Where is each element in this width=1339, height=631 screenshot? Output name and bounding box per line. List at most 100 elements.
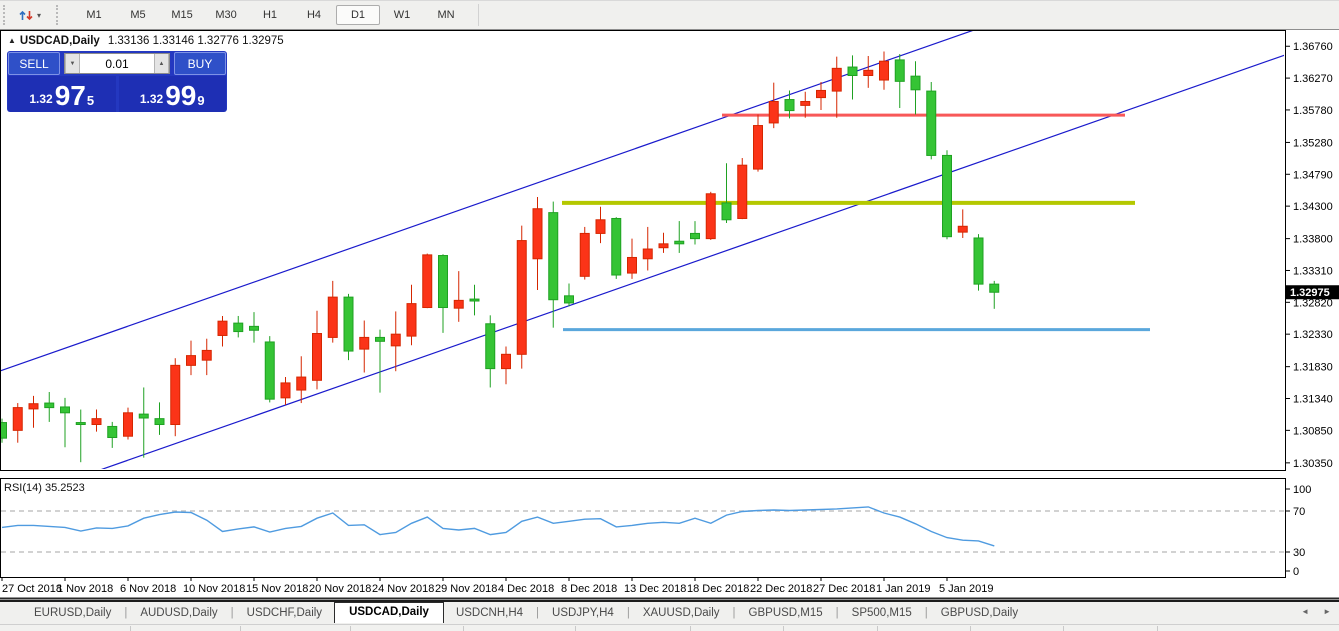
chart-tab-gbpusd[interactable]: GBPUSD,Daily <box>929 604 1030 622</box>
timeframe-button-group: M1M5M15M30H1H4D1W1MN <box>72 3 468 27</box>
candle-body <box>675 241 684 244</box>
price-axis-label: 1.34300 <box>1293 201 1333 213</box>
candle-body <box>139 414 148 418</box>
timeframe-button-m1[interactable]: M1 <box>72 5 116 25</box>
date-axis-label: 8 Dec 2018 <box>561 583 617 595</box>
candle-body <box>202 350 211 360</box>
volume-value[interactable]: 0.01 <box>80 57 154 71</box>
toolbar-grip[interactable] <box>56 5 62 25</box>
buy-price-display[interactable]: 1.32999 <box>119 76 227 112</box>
rsi-pane <box>1 479 1286 578</box>
chart-symbol-label: USDCAD,Daily <box>20 35 100 47</box>
buy-price-prefix: 1.32 <box>140 92 163 106</box>
candle-body <box>171 365 180 424</box>
chart-tab-usdcnh[interactable]: USDCNH,H4 <box>444 604 535 622</box>
price-axis-label: 1.34790 <box>1293 169 1333 181</box>
timeframe-button-mn[interactable]: MN <box>424 5 468 25</box>
candle-body <box>864 70 873 75</box>
candle-body <box>801 101 810 105</box>
price-axis-label: 1.31340 <box>1293 394 1333 406</box>
candle-body <box>13 408 22 431</box>
candle-body <box>895 60 904 81</box>
rsi-axis-label: 0 <box>1293 566 1299 578</box>
chart-area[interactable]: 1.367601.362701.357801.352801.347901.343… <box>0 30 1339 600</box>
candle-body <box>470 299 479 301</box>
chart-tab-usdcad[interactable]: USDCAD,Daily <box>334 602 444 623</box>
candle-body <box>313 334 322 381</box>
volume-decrease-icon[interactable]: ▼ <box>65 54 80 73</box>
status-bar-separator <box>130 626 131 631</box>
chart-tab-usdjpy[interactable]: USDJPY,H4 <box>540 604 626 622</box>
candle-body <box>785 100 794 111</box>
volume-stepper: ▼ 0.01 ▲ <box>64 53 170 74</box>
timeframe-button-m30[interactable]: M30 <box>204 5 248 25</box>
chevron-down-icon: ▾ <box>37 11 41 20</box>
candle-body <box>407 304 416 336</box>
timeframe-button-m15[interactable]: M15 <box>160 5 204 25</box>
candle-body <box>565 296 574 303</box>
candle-body <box>454 300 463 308</box>
buy-button[interactable]: BUY <box>174 52 226 75</box>
chart-tab-gbpusd[interactable]: GBPUSD,M15 <box>737 604 835 622</box>
date-axis-label: 20 Nov 2018 <box>309 583 371 595</box>
timeframe-button-w1[interactable]: W1 <box>380 5 424 25</box>
candle-body <box>911 76 920 90</box>
timeframe-button-m5[interactable]: M5 <box>116 5 160 25</box>
candle-body <box>817 90 826 97</box>
buy-price-big: 99 <box>165 83 196 109</box>
arrows-toolbar-button[interactable]: ▾ <box>13 4 46 26</box>
rsi-indicator-label: RSI(14) 35.2523 <box>4 482 85 494</box>
timeframe-button-h1[interactable]: H1 <box>248 5 292 25</box>
candle-body <box>974 238 983 284</box>
date-axis-label: 13 Dec 2018 <box>624 583 686 595</box>
candle-body <box>376 337 385 341</box>
candle-body <box>502 354 511 368</box>
tabs-container: EURUSD,Daily|AUDUSD,Daily|USDCHF,DailyUS… <box>22 603 1030 623</box>
candle-body <box>943 155 952 236</box>
candle-body <box>124 413 133 436</box>
buy-price-pip: 9 <box>197 93 204 108</box>
candle-body <box>596 220 605 234</box>
candle-body <box>643 249 652 259</box>
price-chart-svg[interactable]: 1.367601.362701.357801.352801.347901.343… <box>0 30 1339 600</box>
date-axis-label: 4 Dec 2018 <box>498 583 554 595</box>
date-axis-label: 15 Nov 2018 <box>246 583 308 595</box>
candle-body <box>486 324 495 369</box>
collapse-triangle-icon[interactable]: ▲ <box>8 36 16 45</box>
candle-body <box>92 419 101 425</box>
price-axis-label: 1.30850 <box>1293 425 1333 437</box>
price-axis-label: 1.36760 <box>1293 41 1333 53</box>
chart-tab-sp500[interactable]: SP500,M15 <box>840 604 924 622</box>
chart-tab-audusd[interactable]: AUDUSD,Daily <box>128 604 229 622</box>
status-bar-separator <box>783 626 784 631</box>
candle-body <box>187 356 196 366</box>
status-bar-separator <box>690 626 691 631</box>
candle-body <box>423 255 432 308</box>
candle-body <box>958 226 967 232</box>
date-axis-label: 24 Nov 2018 <box>372 583 434 595</box>
tab-scroll-right-icon[interactable]: ► <box>1323 607 1331 616</box>
sell-button[interactable]: SELL <box>8 52 60 75</box>
candle-body <box>769 101 778 122</box>
timeframe-button-h4[interactable]: H4 <box>292 5 336 25</box>
toolbar-separator <box>478 4 479 26</box>
toolbar-grip[interactable] <box>3 5 9 25</box>
chart-tab-usdchf[interactable]: USDCHF,Daily <box>235 604 334 622</box>
chart-tab-xauusd[interactable]: XAUUSD,Daily <box>631 604 732 622</box>
chart-tab-eurusd[interactable]: EURUSD,Daily <box>22 604 123 622</box>
sell-price-display[interactable]: 1.32975 <box>8 76 116 112</box>
candle-body <box>628 257 637 273</box>
candle-body <box>612 218 621 275</box>
candle-body <box>706 194 715 239</box>
tab-scroll-left-icon[interactable]: ◄ <box>1301 607 1309 616</box>
candle-body <box>234 323 243 331</box>
volume-increase-icon[interactable]: ▲ <box>154 54 169 73</box>
price-axis-label: 1.35280 <box>1293 137 1333 149</box>
rsi-axis-label: 100 <box>1293 484 1311 496</box>
status-bar-separator <box>1157 626 1158 631</box>
timeframe-button-d1[interactable]: D1 <box>336 5 380 25</box>
date-axis-label: 27 Oct 2018 <box>2 583 62 595</box>
candle-body <box>517 241 526 355</box>
mt4-terminal-window: ▾ M1M5M15M30H1H4D1W1MN ▲USDCAD,Daily1.33… <box>0 0 1339 631</box>
candle-body <box>218 321 227 335</box>
